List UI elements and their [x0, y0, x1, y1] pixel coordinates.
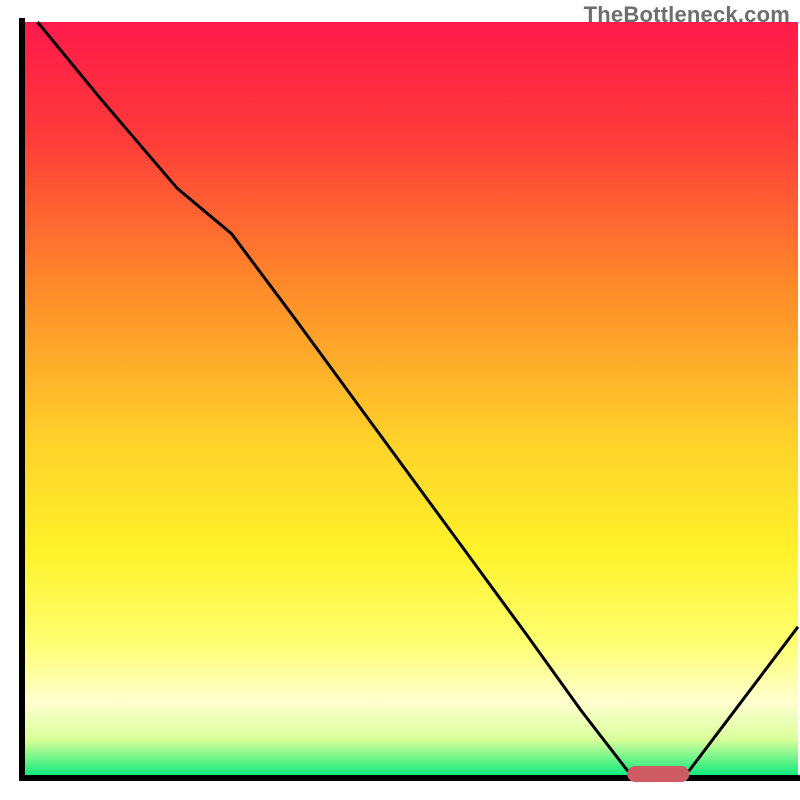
bottleneck-chart: [0, 0, 800, 800]
chart-container: TheBottleneck.com: [0, 0, 800, 800]
optimum-marker: [627, 766, 689, 782]
watermark-label: TheBottleneck.com: [584, 2, 790, 28]
plot-background: [22, 22, 798, 778]
